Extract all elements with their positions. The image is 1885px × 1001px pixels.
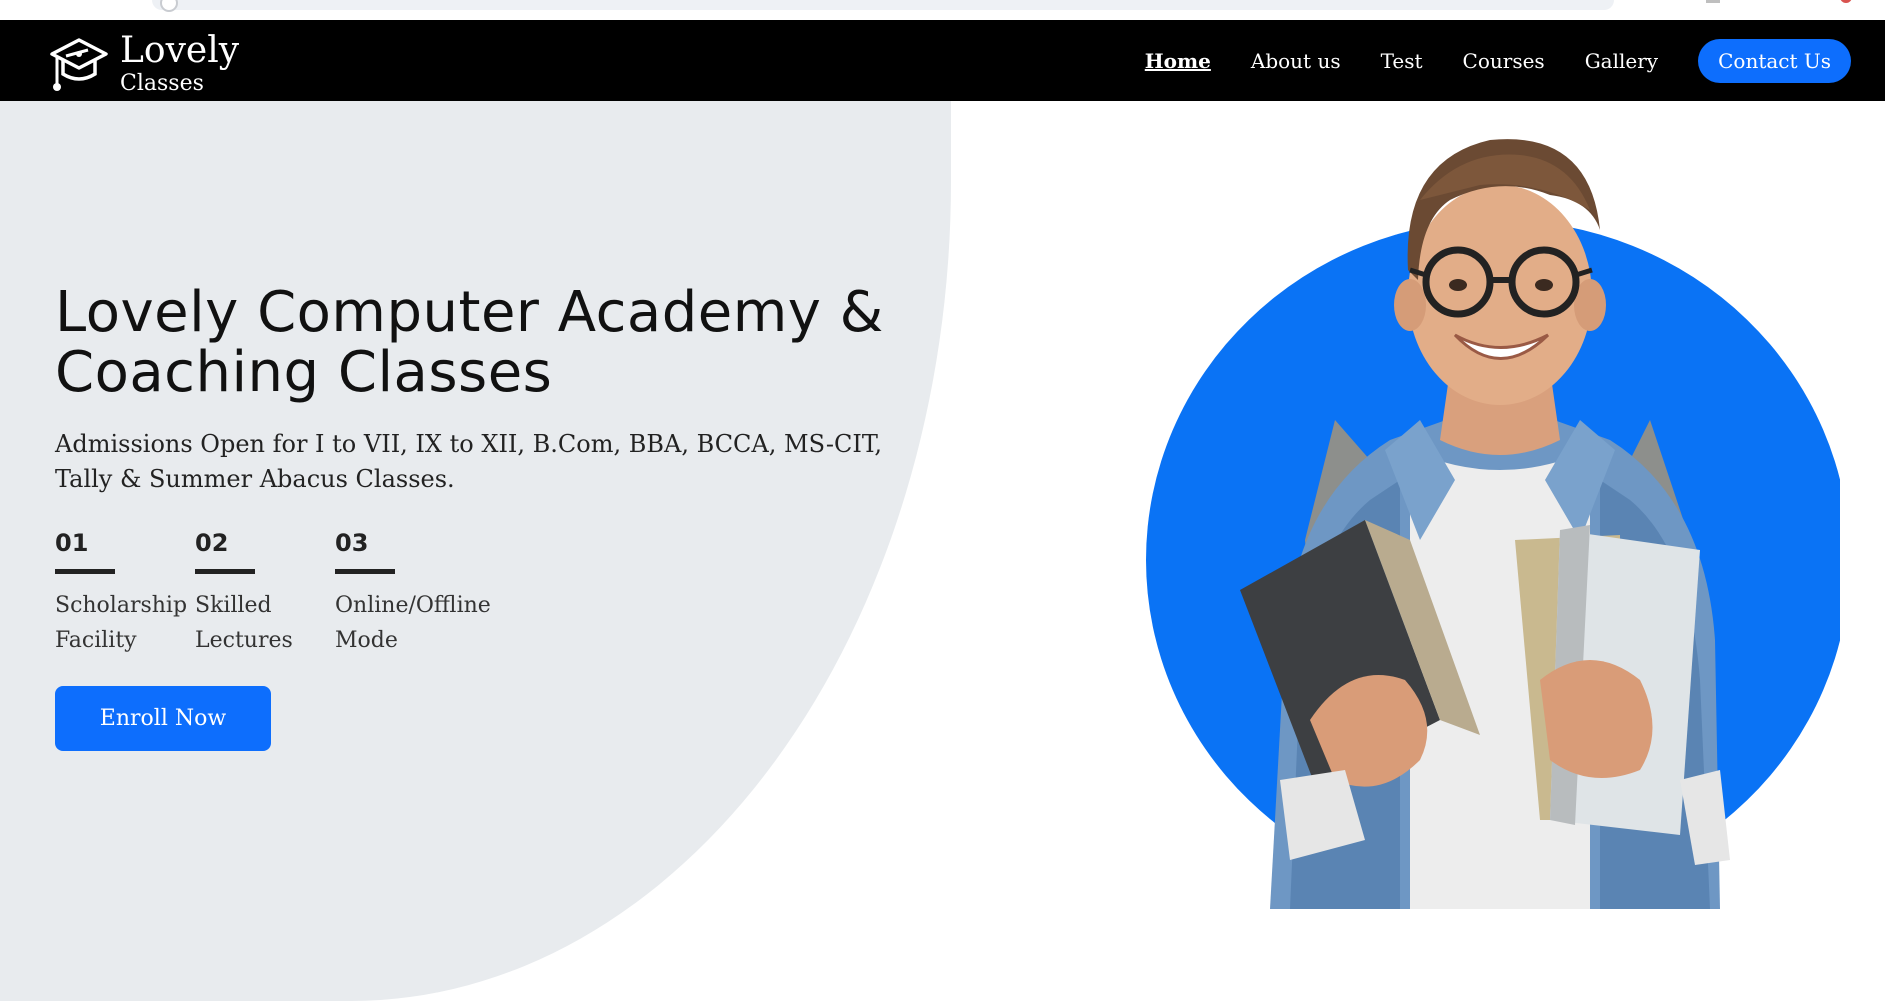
address-bar[interactable]: [152, 0, 1614, 10]
navbar: Lovely Classes Home About us Test Course…: [0, 20, 1885, 101]
feature-number: 01: [55, 529, 89, 557]
browser-chrome: [0, 0, 1885, 20]
nav-item-test[interactable]: Test: [1381, 49, 1423, 73]
feature-divider: [195, 569, 255, 574]
site-info-icon[interactable]: [160, 0, 178, 12]
extension-icon[interactable]: [1706, 0, 1720, 3]
feature-label: Skilled Lectures: [195, 593, 293, 653]
feature-divider: [55, 569, 115, 574]
brand-subtitle: Classes: [120, 71, 204, 96]
feature-item: 02 Skilled Lectures: [195, 527, 335, 658]
feature-item: 01 Scholarship Facility: [55, 527, 195, 658]
feature-label: Scholarship Facility: [55, 593, 188, 653]
feature-number: 02: [195, 529, 229, 557]
hero-title: Lovely Computer Academy & Coaching Class…: [55, 280, 884, 405]
student-illustration: [1146, 139, 1840, 909]
hero-image: [1120, 120, 1840, 909]
hero-subtitle: Admissions Open for I to VII, IX to XII,…: [55, 430, 882, 493]
feature-label: Online/Offline Mode: [335, 593, 491, 653]
feature-number: 03: [335, 529, 369, 557]
profile-icon[interactable]: [1840, 0, 1852, 3]
feature-divider: [335, 569, 395, 574]
nav-item-about-us[interactable]: About us: [1251, 49, 1341, 73]
nav-menu: Home About us Test Courses Gallery Conta…: [1105, 39, 1851, 83]
enroll-now-button[interactable]: Enroll Now: [55, 686, 271, 751]
contact-us-button[interactable]: Contact Us: [1698, 39, 1851, 83]
nav-item-courses[interactable]: Courses: [1463, 49, 1545, 73]
nav-item-gallery[interactable]: Gallery: [1585, 49, 1658, 73]
feature-list: 01 Scholarship Facility 02 Skilled Lectu…: [55, 527, 491, 658]
nav-item-home[interactable]: Home: [1145, 49, 1211, 73]
brand-name: Lovely: [120, 30, 240, 71]
graduation-cap-icon: [50, 38, 108, 91]
feature-item: 03 Online/Offline Mode: [335, 527, 491, 658]
